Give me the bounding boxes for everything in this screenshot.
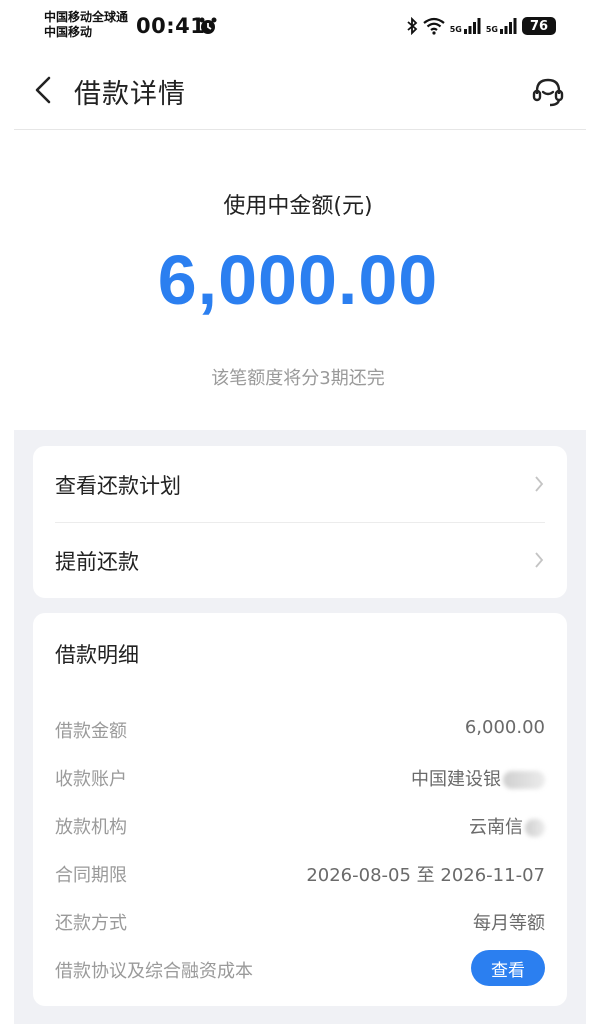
carrier-info: 中国移动全球通 中国移动	[44, 10, 128, 40]
status-bar: 中国移动全球通 中国移动 00:41 5G 5G 76	[0, 0, 596, 52]
actions-card: 查看还款计划 提前还款	[33, 446, 567, 598]
detail-value: 2026-08-05 至 2026-11-07	[306, 865, 545, 886]
detail-row-contract-term: 合同期限 2026-08-05 至 2026-11-07	[33, 859, 567, 889]
nav-bar: 借款详情	[0, 56, 596, 128]
detail-value-wrap: 云南信	[469, 813, 545, 839]
details-title: 借款明细	[55, 643, 139, 667]
alarm-icon	[199, 17, 217, 34]
wifi-icon	[423, 17, 445, 35]
back-arrow-icon[interactable]	[30, 74, 58, 106]
carrier-line-2: 中国移动	[44, 25, 93, 39]
status-icons: 5G 5G 76	[406, 14, 556, 38]
detail-key: 借款协议及综合融资成本	[55, 961, 253, 982]
view-agreement-button[interactable]: 查看	[471, 950, 545, 986]
detail-value: 6,000.00	[464, 717, 545, 738]
carrier-line-1: 中国移动全球通	[44, 10, 129, 24]
battery-indicator: 76	[522, 17, 556, 35]
detail-value: 云南信	[469, 817, 523, 838]
signal-icon	[500, 18, 517, 34]
amount-label: 使用中金额(元)	[223, 194, 373, 219]
chevron-right-icon	[535, 476, 544, 492]
early-repayment-row[interactable]: 提前还款	[33, 522, 567, 598]
repayment-plan-row[interactable]: 查看还款计划	[33, 446, 567, 522]
detail-row-repayment-method: 还款方式 每月等额	[33, 907, 567, 937]
network-type-label: 5G	[449, 25, 462, 34]
customer-service-icon[interactable]	[530, 74, 566, 110]
early-repayment-label: 提前还款	[55, 550, 139, 574]
loan-details-card: 借款明细 借款金额 6,000.00 收款账户 中国建设银 放款机构 云南信 合…	[33, 613, 567, 1006]
detail-key: 收款账户	[55, 769, 127, 790]
amount-value: 6,000.00	[157, 241, 439, 319]
detail-key: 借款金额	[55, 721, 127, 742]
detail-row-loan-amount: 借款金额 6,000.00	[33, 715, 567, 745]
network-type-label: 5G	[485, 25, 498, 34]
signal-1: 5G	[450, 18, 481, 34]
clock: 00:41	[136, 14, 206, 38]
detail-value: 每月等额	[473, 913, 545, 934]
detail-key: 合同期限	[55, 865, 127, 886]
detail-key: 放款机构	[55, 817, 127, 838]
detail-row-lending-institution: 放款机构 云南信	[33, 811, 567, 841]
signal-2: 5G	[486, 18, 517, 34]
nav-divider	[14, 129, 586, 130]
detail-key: 还款方式	[55, 913, 127, 934]
detail-value-wrap: 中国建设银	[411, 765, 545, 791]
amount-note: 该笔额度将分3期还完	[211, 368, 385, 389]
detail-row-receiving-account: 收款账户 中国建设银	[33, 763, 567, 793]
redacted-blur	[503, 771, 545, 789]
bluetooth-icon	[407, 17, 418, 35]
chevron-right-icon	[535, 552, 544, 568]
signal-icon	[463, 18, 481, 34]
redacted-blur	[525, 819, 545, 837]
repayment-plan-label: 查看还款计划	[55, 474, 181, 498]
page-title: 借款详情	[74, 79, 186, 110]
detail-value: 中国建设银	[411, 769, 501, 790]
